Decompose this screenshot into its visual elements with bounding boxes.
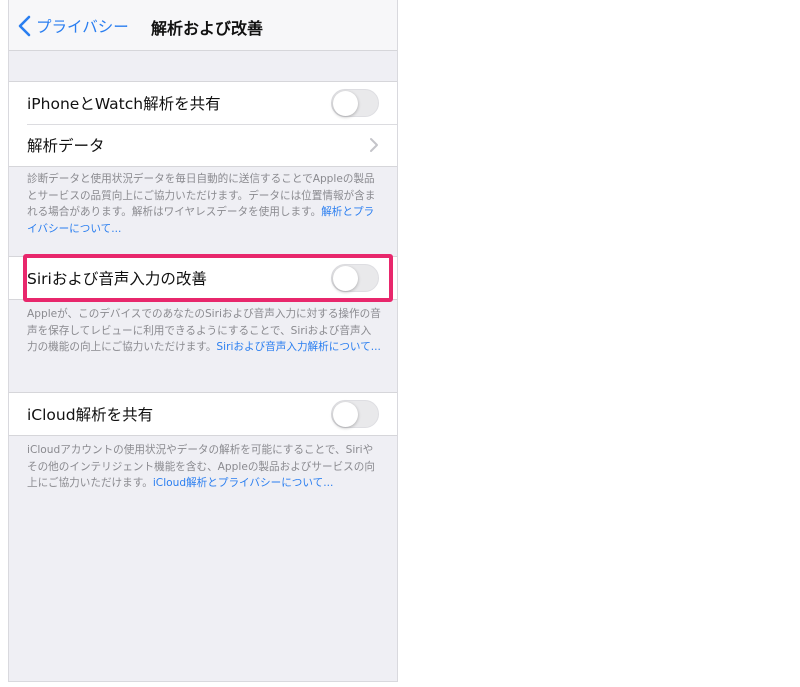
chevron-left-icon — [18, 15, 31, 37]
siri-footer: Appleが、このデバイスでのあなたのSiriおよび音声入力に対する操作の音声を… — [27, 306, 381, 356]
navigation-bar: プライバシー 解析および改善 — [9, 0, 397, 51]
settings-screen: プライバシー 解析および改善 iPhoneとWatch解析を共有 解析データ 診… — [8, 0, 398, 682]
icloud-group: iCloud解析を共有 — [9, 392, 397, 436]
chevron-right-icon — [370, 138, 378, 152]
analytics-footer: 診断データと使用状況データを毎日自動的に送信することでAppleの製品とサービス… — [27, 171, 381, 237]
toggle-knob — [333, 91, 358, 116]
siri-analytics-link[interactable]: Siriおよび音声入力解析について... — [216, 341, 380, 353]
share-iphone-watch-label: iPhoneとWatch解析を共有 — [27, 95, 221, 113]
back-button-label: プライバシー — [36, 18, 129, 36]
page-title: 解析および改善 — [151, 19, 264, 38]
share-iphone-watch-toggle[interactable] — [331, 89, 379, 117]
icloud-share-toggle[interactable] — [331, 400, 379, 428]
icloud-privacy-link[interactable]: iCloud解析とプライバシーについて... — [153, 477, 334, 489]
back-button[interactable]: プライバシー — [17, 13, 129, 39]
icloud-footer: iCloudアカウントの使用状況やデータの解析を可能にすることで、Siriやその… — [27, 442, 381, 492]
toggle-knob — [333, 402, 358, 427]
analytics-data-row[interactable]: 解析データ — [9, 124, 397, 166]
share-iphone-watch-row: iPhoneとWatch解析を共有 — [9, 82, 397, 124]
analytics-group: iPhoneとWatch解析を共有 解析データ — [9, 81, 397, 167]
icloud-share-label: iCloud解析を共有 — [27, 406, 154, 424]
analytics-data-label: 解析データ — [27, 137, 105, 155]
highlight-box — [23, 254, 393, 302]
icloud-share-row: iCloud解析を共有 — [9, 393, 397, 435]
